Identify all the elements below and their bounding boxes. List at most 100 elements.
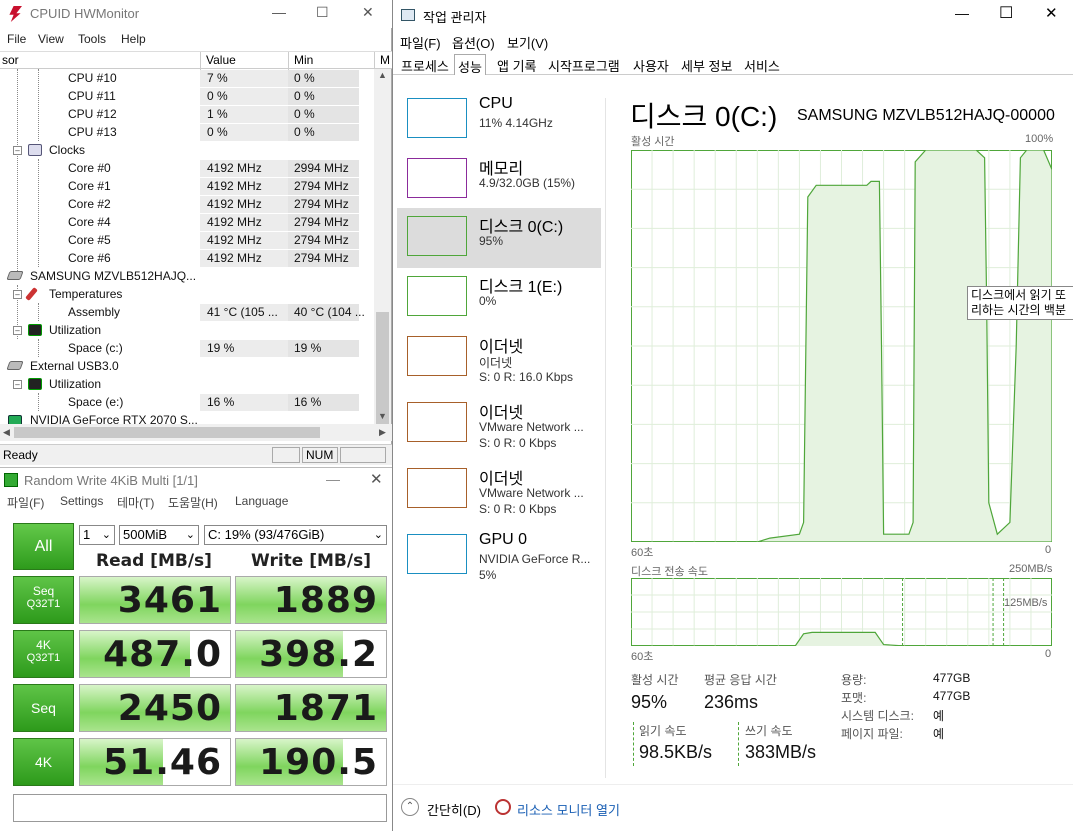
minimize-icon[interactable]: — xyxy=(326,471,340,487)
perf-item-detail: 4.9/32.0GB (15%) xyxy=(479,176,576,190)
perf-item-1[interactable]: 메모리 4.9/32.0GB (15%) xyxy=(397,150,601,210)
mini-graph xyxy=(407,98,467,138)
tree-row-cpu11[interactable]: CPU #11 0 % 0 % xyxy=(0,87,374,105)
menu-file[interactable]: File xyxy=(7,32,26,46)
menu-settings[interactable]: Settings xyxy=(60,494,103,508)
collapse-icon[interactable]: – xyxy=(13,326,22,335)
minimize-icon[interactable]: — xyxy=(955,5,969,21)
menu-help[interactable]: 도움말(H) xyxy=(168,494,218,511)
close-icon[interactable]: ✕ xyxy=(1045,4,1058,22)
tree-row-cpu12[interactable]: CPU #12 1 % 0 % xyxy=(0,105,374,123)
perf-item-2[interactable]: 디스크 0(C:) 95% xyxy=(397,208,601,268)
collapse-icon[interactable]: – xyxy=(13,380,22,389)
open-resource-monitor-link[interactable]: 리소스 모니터 열기 xyxy=(495,798,635,818)
menu-file[interactable]: 파일(F) xyxy=(7,494,44,511)
tree-row-external-usb[interactable]: External USB3.0 xyxy=(0,357,374,375)
status-ready: Ready xyxy=(3,448,38,462)
perf-item-detail: 11% 4.14GHz xyxy=(479,116,553,130)
tree-row-cpu13[interactable]: CPU #13 0 % 0 % xyxy=(0,123,374,141)
run-all-button[interactable]: All xyxy=(13,523,74,570)
close-icon[interactable]: ✕ xyxy=(370,470,383,488)
tree-row-core4[interactable]: Core #4 4192 MHz 2794 MHz xyxy=(0,213,374,231)
tab-users[interactable]: 사용자 xyxy=(630,56,672,75)
disk-title: 디스크 0(C:) xyxy=(630,101,778,132)
tree-row-core5[interactable]: Core #5 4192 MHz 2794 MHz xyxy=(0,231,374,249)
menu-view[interactable]: View xyxy=(38,32,64,46)
write-header: Write [MB/s] xyxy=(251,551,371,571)
fewer-details-button[interactable]: ⌃ 간단히(D) xyxy=(401,798,481,818)
tm-title: 작업 관리자 xyxy=(423,10,487,25)
tab-services[interactable]: 서비스 xyxy=(741,56,783,75)
count-select[interactable]: 1 ⌄ xyxy=(79,525,115,545)
tree-row-utilization-c[interactable]: – Utilization xyxy=(0,321,374,339)
tree-row-core1[interactable]: Core #1 4192 MHz 2794 MHz xyxy=(0,177,374,195)
col-min[interactable]: Min xyxy=(294,53,313,67)
size-value: 500MiB xyxy=(123,527,168,542)
drive-select[interactable]: C: 19% (93/476GiB) ⌄ xyxy=(204,525,387,545)
menu-file[interactable]: 파일(F) xyxy=(400,33,441,52)
menu-language[interactable]: Language xyxy=(235,494,288,508)
collapse-icon[interactable]: – xyxy=(13,290,22,299)
perf-item-detail: 이더넷 xyxy=(479,356,513,370)
menu-theme[interactable]: 테마(T) xyxy=(117,494,154,511)
tab-app-history[interactable]: 앱 기록 xyxy=(494,56,540,75)
tab-startup[interactable]: 시작프로그램 xyxy=(545,56,623,75)
menu-options[interactable]: 옵션(O) xyxy=(452,33,495,52)
perf-item-3[interactable]: 디스크 1(E:) 0% xyxy=(397,268,601,328)
scroll-down-icon[interactable]: ▼ xyxy=(378,411,387,421)
perf-item-4[interactable]: 이더넷 이더넷 S: 0 R: 16.0 Kbps xyxy=(397,328,601,388)
minimize-icon[interactable]: — xyxy=(272,4,286,20)
tree-row-space-e[interactable]: Space (e:) 16 % 16 % xyxy=(0,393,374,411)
tab-details[interactable]: 세부 정보 xyxy=(678,56,735,75)
scroll-up-icon[interactable]: ▲ xyxy=(378,70,387,80)
scroll-right-icon[interactable]: ▶ xyxy=(379,427,386,438)
menu-view[interactable]: 보기(V) xyxy=(507,33,548,52)
tree-row-clocks[interactable]: – Clocks xyxy=(0,141,374,159)
write-value: 190.5 xyxy=(259,742,378,783)
menu-tools[interactable]: Tools xyxy=(78,32,106,46)
drive-icon xyxy=(6,271,24,280)
horizontal-scroll-thumb[interactable] xyxy=(14,427,320,438)
perf-item-0[interactable]: CPU 11% 4.14GHz xyxy=(397,90,601,150)
comment-field[interactable] xyxy=(13,794,387,822)
test-button-2[interactable]: Seq xyxy=(13,684,74,732)
thermometer-icon xyxy=(25,287,38,301)
format-label: 포맷: xyxy=(841,691,867,705)
tree-row-space-c[interactable]: Space (c:) 19 % 19 % xyxy=(0,339,374,357)
scroll-left-icon[interactable]: ◀ xyxy=(3,427,10,438)
fewer-details-label: 간단히(D) xyxy=(427,803,481,818)
tree-row-utilization-e[interactable]: – Utilization xyxy=(0,375,374,393)
tree-row-core6[interactable]: Core #6 4192 MHz 2794 MHz xyxy=(0,249,374,267)
col-sensor[interactable]: sor xyxy=(2,53,19,67)
tab-performance[interactable]: 성능 xyxy=(454,54,486,75)
maximize-icon[interactable]: ☐ xyxy=(316,4,329,21)
test-button-0[interactable]: Seq Q32T1 xyxy=(13,576,74,624)
perf-item-6[interactable]: 이더넷 VMware Network ... S: 0 R: 0 Kbps xyxy=(397,460,601,520)
vertical-scroll-thumb[interactable] xyxy=(376,312,389,424)
resource-monitor-label: 리소스 모니터 열기 xyxy=(517,803,620,818)
write-result-0: 1889 xyxy=(235,576,387,624)
maximize-icon[interactable]: ☐ xyxy=(999,3,1013,23)
tree-row-temperatures[interactable]: – Temperatures xyxy=(0,285,374,303)
active-x-left: 60초 xyxy=(631,547,654,559)
chevron-down-icon: ⌄ xyxy=(185,529,195,541)
cdm-titlebar: Random Write 4KiB Multi [1/1] — ✕ xyxy=(0,468,392,492)
transfer-x-right: 0 xyxy=(1045,648,1052,660)
tab-processes[interactable]: 프로세스 xyxy=(398,56,452,75)
tree-row-core0[interactable]: Core #0 4192 MHz 2994 MHz xyxy=(0,159,374,177)
tree-row-assembly[interactable]: Assembly 41 °C (105 ... 40 °C (104 ... xyxy=(0,303,374,321)
tree-row-nvidia[interactable]: NVIDIA GeForce RTX 2070 S... xyxy=(0,411,374,424)
tree-row-cpu10[interactable]: CPU #10 7 % 0 % xyxy=(0,69,374,87)
menu-help[interactable]: Help xyxy=(121,32,146,46)
tree-row-samsung[interactable]: SAMSUNG MZVLB512HAJQ... xyxy=(0,267,374,285)
perf-item-5[interactable]: 이더넷 VMware Network ... S: 0 R: 0 Kbps xyxy=(397,394,601,454)
collapse-icon[interactable]: – xyxy=(13,146,22,155)
col-value[interactable]: Value xyxy=(206,53,236,67)
tree-row-core2[interactable]: Core #2 4192 MHz 2794 MHz xyxy=(0,195,374,213)
col-max[interactable]: M xyxy=(380,53,390,67)
perf-item-7[interactable]: GPU 0 NVIDIA GeForce R... 5% xyxy=(397,526,601,586)
test-button-3[interactable]: 4K xyxy=(13,738,74,786)
close-icon[interactable]: ✕ xyxy=(362,4,374,21)
size-select[interactable]: 500MiB ⌄ xyxy=(119,525,199,545)
test-button-1[interactable]: 4K Q32T1 xyxy=(13,630,74,678)
